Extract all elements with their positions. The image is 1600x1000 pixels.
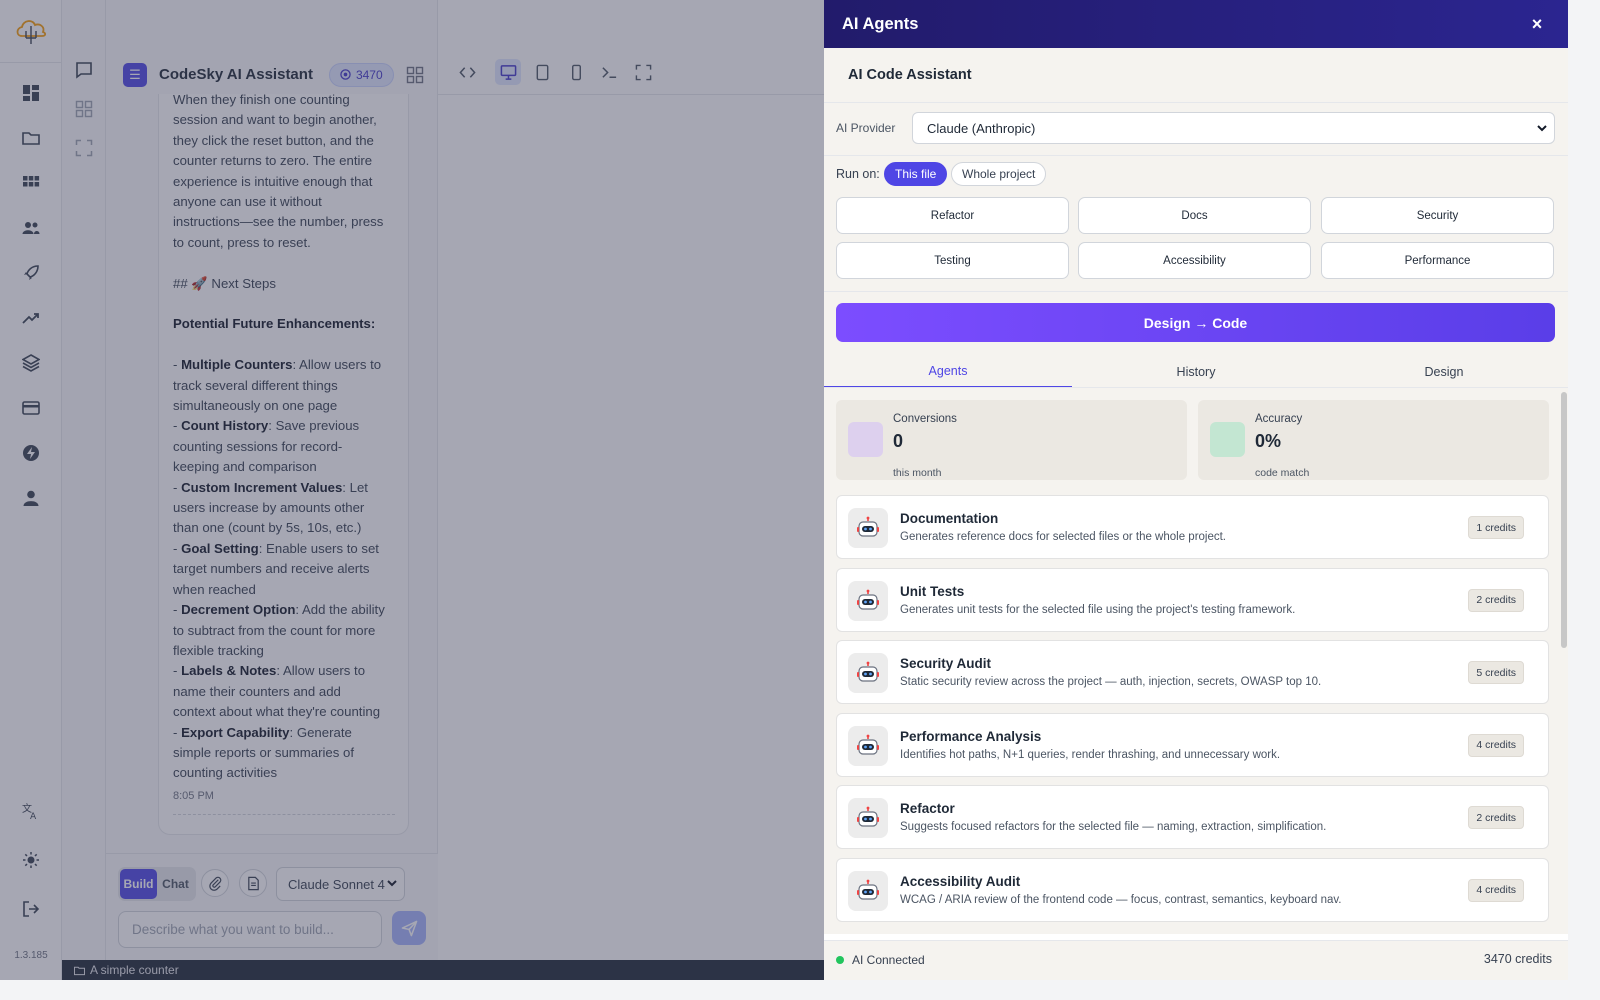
footer-credits: 3470 credits <box>1483 952 1552 966</box>
robot-icon <box>857 661 879 682</box>
agent-credit-cost: 2 credits <box>1468 588 1524 612</box>
agent-name: Accessibility Audit <box>900 873 1021 889</box>
stat-sub: this month <box>893 467 942 479</box>
modal-backdrop[interactable] <box>0 0 824 980</box>
refactor-button[interactable]: Refactor <box>836 197 1069 234</box>
agent-card[interactable]: Security Audit Static security review acr… <box>836 640 1549 704</box>
drawer-title: AI Agents <box>842 14 919 33</box>
ai-agents-drawer: AI Agents × AI Code Assistant AI Provide… <box>824 0 1568 980</box>
docs-button[interactable]: Docs <box>1078 197 1311 234</box>
run-on-label: Run on: <box>836 167 880 181</box>
design-to-code-button[interactable]: Design → Code <box>836 303 1555 342</box>
agent-credit-cost: 2 credits <box>1468 806 1524 829</box>
agent-description: Generates unit tests for the selected fi… <box>900 603 1296 616</box>
assistant-controls: AI Provider Claude (Anthropic) Run on: T… <box>824 103 1568 388</box>
close-icon[interactable]: × <box>1526 13 1548 35</box>
tab-history[interactable]: History <box>1072 356 1320 388</box>
run-on-this-file[interactable]: This file <box>884 162 948 186</box>
agent-avatar <box>848 725 888 766</box>
stat-label: Conversions <box>893 413 957 425</box>
connection-status: AI Connected <box>852 953 925 967</box>
agent-name: Unit Tests <box>900 583 965 599</box>
section-title: AI Code Assistant <box>824 48 1568 103</box>
run-on-whole-project[interactable]: Whole project <box>951 162 1047 186</box>
provider-select-value: Claude (Anthropic) <box>927 120 1036 136</box>
accessibility-button[interactable]: Accessibility <box>1078 242 1311 279</box>
robot-icon <box>857 734 879 755</box>
robot-icon <box>857 516 879 537</box>
connection-status-dot <box>836 956 844 964</box>
stat-value: 0 <box>893 431 904 451</box>
stat-value: 0% <box>1255 431 1282 451</box>
robot-icon <box>857 589 879 610</box>
agent-name: Performance Analysis <box>900 728 1042 744</box>
divider <box>824 291 1568 292</box>
performance-button[interactable]: Performance <box>1321 242 1554 279</box>
stat-swatch <box>1210 422 1245 457</box>
security-button[interactable]: Security <box>1321 197 1554 234</box>
chevron-down-icon <box>1537 125 1547 132</box>
agent-avatar <box>848 580 888 621</box>
agent-card[interactable]: Documentation Generates reference docs fo… <box>836 495 1549 559</box>
agent-description: Static security review across the projec… <box>900 676 1322 688</box>
agent-description: WCAG / ARIA review of the frontend code … <box>900 893 1342 906</box>
agent-description: Identifies hot paths, N+1 queries, rende… <box>900 748 1281 761</box>
agent-description: Suggests focused refactors for the selec… <box>900 821 1327 833</box>
conversions-stat: Conversions 0 this month <box>836 400 1187 480</box>
agent-credit-cost: 5 credits <box>1468 661 1524 684</box>
stat-swatch <box>848 422 883 457</box>
agent-card[interactable]: Performance Analysis Identifies hot paths… <box>836 712 1549 777</box>
robot-icon <box>857 806 879 827</box>
agent-description: Generates reference docs for selected fi… <box>900 531 1227 543</box>
testing-button[interactable]: Testing <box>836 242 1069 279</box>
agent-credit-cost: 1 credits <box>1468 516 1524 539</box>
agent-name: Documentation <box>900 511 999 526</box>
agent-card[interactable]: Refactor Suggests focused refactors for t… <box>836 785 1549 849</box>
robot-icon <box>857 879 879 900</box>
agent-credit-cost: 4 credits <box>1468 733 1524 757</box>
agent-name: Security Audit <box>900 656 992 671</box>
drawer-footer: AI Connected 3470 credits <box>824 940 1568 980</box>
agent-name: Refactor <box>900 801 955 816</box>
scrollbar[interactable] <box>1561 392 1567 648</box>
agents-list: Conversions 0 this month Accuracy 0% cod… <box>824 388 1568 934</box>
agent-credit-cost: 4 credits <box>1468 878 1524 902</box>
tab-agents[interactable]: Agents <box>824 356 1072 388</box>
agent-avatar <box>848 653 888 693</box>
accuracy-stat: Accuracy 0% code match <box>1198 400 1549 480</box>
agent-avatar <box>848 870 888 911</box>
stat-sub: code match <box>1255 467 1310 479</box>
provider-select[interactable]: Claude (Anthropic) <box>912 112 1555 144</box>
agent-avatar <box>848 508 888 548</box>
divider <box>824 155 1568 156</box>
agent-avatar <box>848 798 888 838</box>
provider-label: AI Provider <box>836 121 896 135</box>
drawer-header: AI Agents × <box>824 0 1568 48</box>
agent-card[interactable]: Accessibility Audit WCAG / ARIA review of… <box>836 857 1549 922</box>
agent-card[interactable]: Unit Tests Generates unit tests for the s… <box>836 567 1549 632</box>
tab-design[interactable]: Design <box>1320 356 1568 388</box>
stat-label: Accuracy <box>1255 413 1303 425</box>
